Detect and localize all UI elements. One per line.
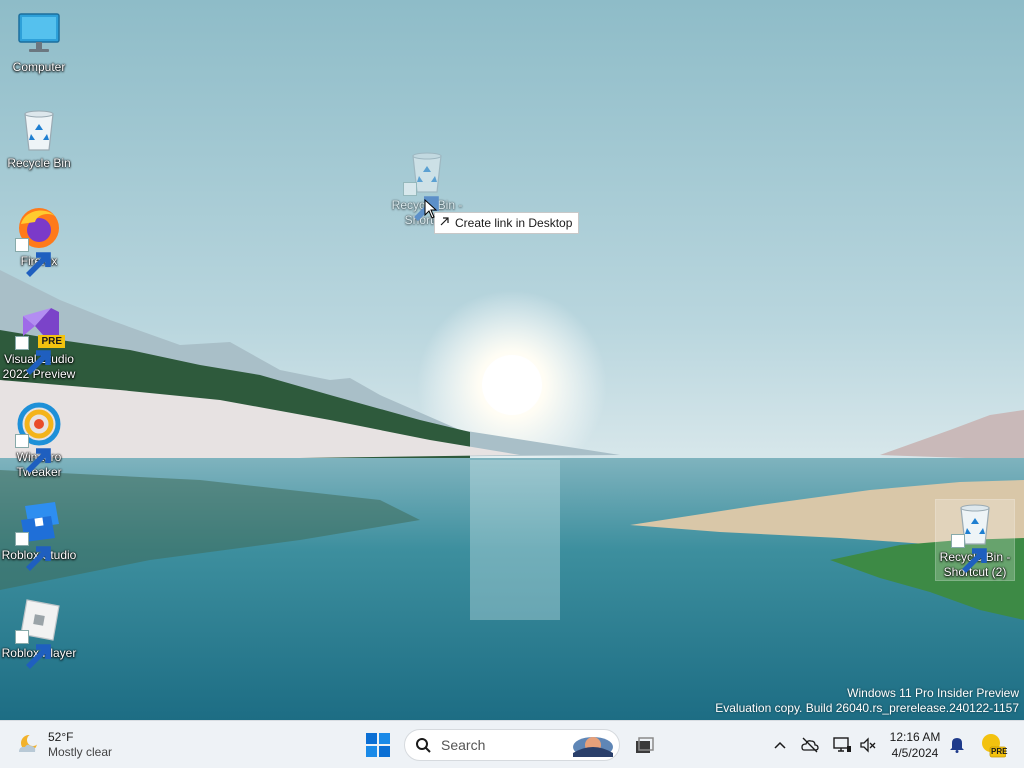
search-box[interactable]: Search [404,729,620,761]
roblox-studio-icon [15,498,63,571]
clock-time: 12:16 AM [889,730,941,744]
task-view-icon[interactable] [632,733,656,757]
wallpaper [0,0,1024,720]
chevron-up-icon[interactable] [770,735,790,755]
onedrive-offline-icon[interactable] [800,735,820,755]
recycle-bin-icon [403,148,451,221]
winaero-tweaker-icon [15,400,63,473]
watermark-line2: Evaluation copy. Build 26040.rs_prerelea… [715,701,1019,715]
shortcut-arrow-icon [15,630,51,669]
desktop-icon-roblox-player[interactable]: Roblox Player [0,596,78,669]
desktop-icon-winaero-tweaker[interactable]: Winaero Tweaker [0,400,78,480]
start-button[interactable] [364,731,392,759]
desktop-icon-firefox[interactable]: Firefox [0,204,78,277]
desktop-icon-recycle-bin-shortcut-2[interactable]: Recycle Bin - Shortcut (2) [935,499,1015,581]
desktop-icon-visual-studio[interactable]: PRE Visual Studio 2022 Preview [0,302,78,382]
weather-condition: Mostly clear [48,745,113,759]
shortcut-arrow-icon [15,336,51,375]
mouse-cursor-icon [424,199,438,219]
firefox-icon [15,204,63,277]
clock-date: 4/5/2024 [891,746,939,760]
search-highlight-icon [573,737,613,757]
desktop-icon-computer[interactable]: Computer [0,10,78,75]
taskbar: 52°F Mostly clear Search 12:16 AM 4/5/20… [0,720,1024,768]
desktop[interactable]: Computer Recycle Bin Firefox PRE Visual … [0,0,1024,720]
recycle-bin-icon [951,500,999,573]
weather-temperature: 52°F [48,730,74,744]
system-clock[interactable]: 12:16 AM 4/5/2024 [880,729,950,761]
visual-studio-icon: PRE [15,302,65,375]
roblox-player-icon [15,596,63,669]
shortcut-arrow-icon [15,532,51,571]
shortcut-arrow-icon [15,238,51,277]
desktop-icon-label: Recycle Bin [7,156,71,170]
monitor-icon [15,10,63,58]
shortcut-arrow-icon [403,182,439,221]
recycle-bin-icon [15,106,63,154]
bell-icon[interactable] [948,735,966,753]
drag-tooltip: Create link in Desktop [434,212,580,234]
search-icon [416,738,431,753]
desktop-icon-label: Computer [12,60,66,74]
volume-muted-icon[interactable] [858,735,878,755]
shortcut-arrow-icon [951,534,987,573]
desktop-icon-recycle-bin[interactable]: Recycle Bin [0,106,78,171]
network-icon[interactable] [832,735,852,755]
drag-tooltip-text: Create link in Desktop [455,216,573,230]
insider-pre-badge[interactable]: PRE [980,731,1008,759]
search-label: Search [441,737,486,753]
evaluation-watermark: Windows 11 Pro Insider Preview Evaluatio… [715,686,1019,716]
watermark-line1: Windows 11 Pro Insider Preview [847,686,1019,700]
pre-badge-text: PRE [991,747,1008,756]
shortcut-arrow-icon [439,213,451,233]
shortcut-arrow-icon [15,434,51,473]
moon-cloud-icon [19,734,39,752]
desktop-icon-roblox-studio[interactable]: Roblox Studio [0,498,78,571]
weather-widget[interactable]: 52°F Mostly clear [14,727,112,763]
